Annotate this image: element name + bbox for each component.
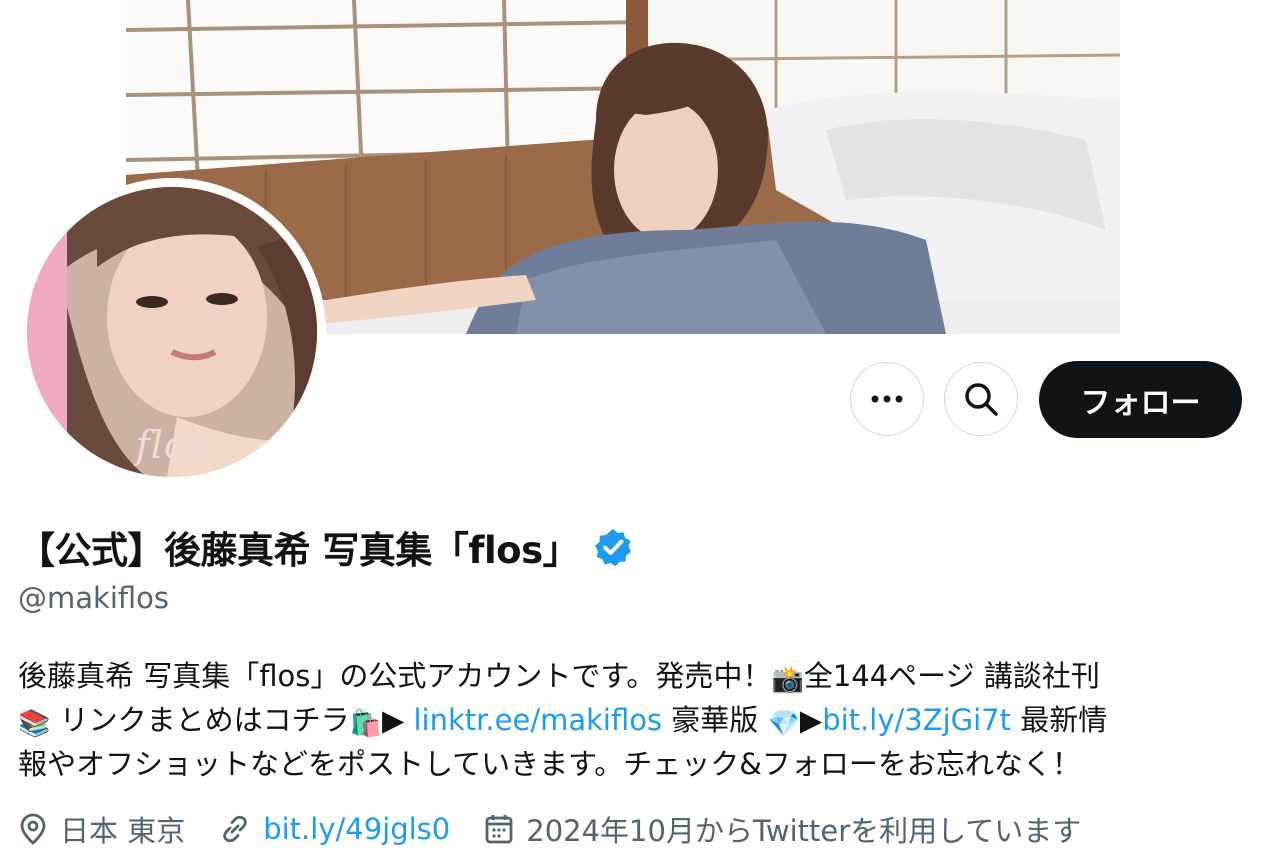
bio-link-linktree[interactable]: linktr.ee/makiflos [414,703,663,737]
location-item: 日本 東京 [18,808,185,850]
gem-icon: 💎 [767,709,800,739]
profile-bio: 後藤真希 写真集「flos」の公式アカウントです。発売中！📸全144ページ 講談… [18,654,1248,786]
more-button[interactable] [850,362,924,436]
bio-text: 全144ページ 講談社刊 [803,659,1100,693]
bio-line: 後藤真希 写真集「flos」の公式アカウントです。発売中！📸全144ページ 講談… [18,654,1248,698]
avatar-border: flos [18,178,326,486]
bio-text: 最新情 [1011,703,1108,737]
bio-text: 後藤真希 写真集「flos」の公式アカウントです。発売中！ [18,659,772,693]
calendar-icon [485,815,513,844]
camera-icon: 📸 [771,665,804,695]
profile-meta: 日本 東京 bit.ly/49jgls0 2024年10月からTwitterを利… [18,808,1115,850]
follow-button[interactable]: フォロー [1039,361,1242,438]
bio-text: 報やオフショットなどをポストしていきます。チェック&フォローをお忘れなく！ [18,747,1081,781]
joined-text: 2024年10月からTwitterを利用しています [526,814,1082,848]
bio-link-bitly[interactable]: bit.ly/3ZjGi7t [822,703,1011,737]
more-horizontal-icon [871,395,903,403]
search-button[interactable] [944,362,1018,436]
website-item: bit.ly/49jgls0 [219,812,450,846]
website-link[interactable]: bit.ly/49jgls0 [263,812,450,846]
books-icon: 📚 [18,709,51,739]
verified-badge-icon[interactable] [593,527,633,567]
display-name: 【公式】後藤真希 写真集「flos」 [18,529,580,572]
bio-line: 📚 リンクまとめはコチラ🛍️▶ linktr.ee/makiflos 豪華版 💎… [18,698,1248,742]
avatar[interactable]: flos [27,187,317,477]
shopping-bags-icon: 🛍️ [349,709,382,739]
play-arrow-icon: ▶ [381,703,405,737]
bio-text: 豪華版 [662,703,768,737]
display-name-row: 【公式】後藤真希 写真集「flos」 [18,520,633,574]
search-icon [965,383,998,416]
avatar-logo-text: flos [135,423,209,467]
link-icon [223,815,247,843]
location-text: 日本 東京 [60,814,186,848]
bio-text: リンクまとめはコチラ [50,703,350,737]
joined-item: 2024年10月からTwitterを利用しています [484,808,1081,850]
play-arrow-icon: ▶ [799,703,823,737]
bio-line: 報やオフショットなどをポストしていきます。チェック&フォローをお忘れなく！ [18,742,1248,786]
user-handle: @makiflos [18,581,169,615]
location-pin-icon [20,813,46,845]
